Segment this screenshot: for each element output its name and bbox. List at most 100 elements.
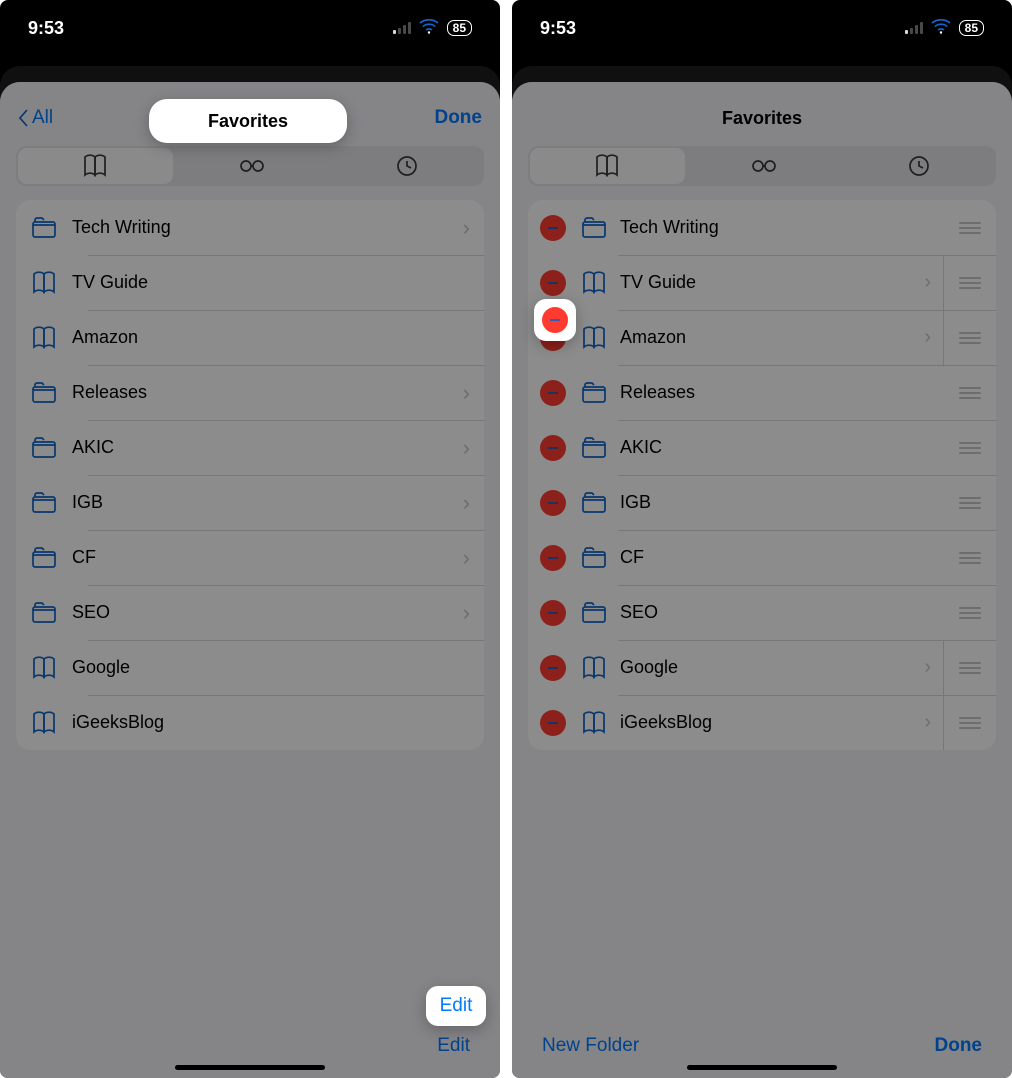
segment-bookmarks[interactable] bbox=[18, 148, 173, 184]
drag-handle-icon[interactable] bbox=[954, 607, 986, 619]
list-item[interactable]: IGB› bbox=[16, 475, 484, 530]
list-item-label: iGeeksBlog bbox=[72, 712, 470, 733]
list-item-label: iGeeksBlog bbox=[620, 712, 924, 733]
highlight-delete[interactable] bbox=[534, 299, 576, 341]
segment-bookmarks[interactable] bbox=[530, 148, 685, 184]
status-bar: 9:53 85 bbox=[0, 0, 500, 56]
bookmark-icon bbox=[30, 269, 58, 297]
list-item[interactable]: TV Guide› bbox=[528, 255, 996, 310]
bookmark-icon bbox=[30, 709, 58, 737]
new-folder-button[interactable]: New Folder bbox=[542, 1035, 639, 1057]
folder-icon bbox=[580, 214, 608, 242]
list-item[interactable]: Google bbox=[16, 640, 484, 695]
segment-history[interactable] bbox=[841, 146, 996, 186]
wifi-icon bbox=[419, 18, 439, 39]
drag-handle-icon[interactable] bbox=[954, 387, 986, 399]
status-bar: 9:53 85 bbox=[512, 0, 1012, 56]
delete-button[interactable] bbox=[540, 380, 566, 406]
delete-button[interactable] bbox=[540, 710, 566, 736]
segment-reading-list[interactable] bbox=[687, 146, 842, 186]
list-item[interactable]: iGeeksBlog› bbox=[528, 695, 996, 750]
delete-button[interactable] bbox=[540, 215, 566, 241]
favorites-list: Tech Writing›TV GuideAmazonReleases›AKIC… bbox=[16, 200, 484, 750]
list-item-label: Google bbox=[620, 657, 924, 678]
chevron-right-icon: › bbox=[463, 215, 470, 241]
delete-button[interactable] bbox=[540, 600, 566, 626]
battery-badge: 85 bbox=[447, 20, 472, 36]
list-item[interactable]: IGB bbox=[528, 475, 996, 530]
list-item[interactable]: Google› bbox=[528, 640, 996, 695]
segment-history[interactable] bbox=[329, 146, 484, 186]
list-item-label: AKIC bbox=[620, 437, 944, 458]
list-item[interactable]: CF› bbox=[16, 530, 484, 585]
list-item-label: CF bbox=[620, 547, 944, 568]
drag-handle-icon[interactable] bbox=[954, 222, 986, 234]
chevron-right-icon: › bbox=[924, 271, 931, 294]
chevron-right-icon: › bbox=[463, 600, 470, 626]
folder-icon bbox=[30, 379, 58, 407]
delete-button[interactable] bbox=[540, 490, 566, 516]
drag-handle-icon[interactable] bbox=[954, 277, 986, 289]
folder-icon bbox=[580, 544, 608, 572]
bookmarks-sheet-edit: . Favorites . Tech WritingTV Guide›Amazo… bbox=[512, 82, 1012, 1078]
list-item[interactable]: Amazon bbox=[16, 310, 484, 365]
segment-reading-list[interactable] bbox=[175, 146, 330, 186]
list-item[interactable]: Tech Writing› bbox=[16, 200, 484, 255]
list-item[interactable]: Releases› bbox=[16, 365, 484, 420]
done-button[interactable]: Done bbox=[935, 1035, 983, 1057]
folder-icon bbox=[30, 599, 58, 627]
home-indicator[interactable] bbox=[687, 1065, 837, 1070]
back-button[interactable]: All bbox=[18, 107, 53, 129]
delete-button[interactable] bbox=[540, 655, 566, 681]
favorites-list-edit: Tech WritingTV Guide›Amazon›ReleasesAKIC… bbox=[528, 200, 996, 750]
cell-signal-icon bbox=[905, 22, 923, 34]
list-item[interactable]: Releases bbox=[528, 365, 996, 420]
list-item[interactable]: SEO bbox=[528, 585, 996, 640]
list-item[interactable]: AKIC› bbox=[16, 420, 484, 475]
drag-handle-icon[interactable] bbox=[954, 497, 986, 509]
list-item-label: Google bbox=[72, 657, 470, 678]
wifi-icon bbox=[931, 18, 951, 39]
delete-button[interactable] bbox=[540, 435, 566, 461]
drag-handle-icon[interactable] bbox=[954, 332, 986, 344]
list-item[interactable]: AKIC bbox=[528, 420, 996, 475]
chevron-right-icon: › bbox=[463, 435, 470, 461]
list-item-label: Releases bbox=[620, 382, 944, 403]
folder-icon bbox=[30, 489, 58, 517]
status-time: 9:53 bbox=[28, 18, 64, 39]
folder-icon bbox=[580, 434, 608, 462]
folder-icon bbox=[580, 599, 608, 627]
highlight-title-label: Favorites bbox=[208, 111, 288, 132]
list-item-label: Amazon bbox=[620, 327, 924, 348]
delete-button[interactable] bbox=[540, 270, 566, 296]
edit-button[interactable]: Edit bbox=[437, 1035, 470, 1057]
list-item-label: TV Guide bbox=[620, 272, 924, 293]
delete-button[interactable] bbox=[540, 545, 566, 571]
highlight-edit-label: Edit bbox=[440, 995, 473, 1017]
chevron-right-icon: › bbox=[924, 711, 931, 734]
delete-icon[interactable] bbox=[542, 307, 568, 333]
drag-handle-icon[interactable] bbox=[954, 662, 986, 674]
drag-handle-icon[interactable] bbox=[954, 552, 986, 564]
segmented-control[interactable] bbox=[16, 146, 484, 186]
list-item[interactable]: TV Guide bbox=[16, 255, 484, 310]
bookmark-icon bbox=[580, 269, 608, 297]
folder-icon bbox=[30, 434, 58, 462]
list-item[interactable]: CF bbox=[528, 530, 996, 585]
segmented-control[interactable] bbox=[528, 146, 996, 186]
list-item[interactable]: SEO› bbox=[16, 585, 484, 640]
home-indicator[interactable] bbox=[175, 1065, 325, 1070]
done-button[interactable]: Done bbox=[434, 107, 482, 129]
highlight-edit[interactable]: Edit bbox=[426, 986, 486, 1026]
chevron-right-icon: › bbox=[924, 326, 931, 349]
list-item-label: IGB bbox=[620, 492, 944, 513]
bookmark-icon bbox=[580, 709, 608, 737]
list-item[interactable]: Amazon› bbox=[528, 310, 996, 365]
chevron-right-icon: › bbox=[463, 380, 470, 406]
drag-handle-icon[interactable] bbox=[954, 442, 986, 454]
drag-handle-icon[interactable] bbox=[954, 717, 986, 729]
list-item[interactable]: Tech Writing bbox=[528, 200, 996, 255]
bookmark-icon bbox=[580, 324, 608, 352]
list-item[interactable]: iGeeksBlog bbox=[16, 695, 484, 750]
bookmark-icon bbox=[580, 654, 608, 682]
